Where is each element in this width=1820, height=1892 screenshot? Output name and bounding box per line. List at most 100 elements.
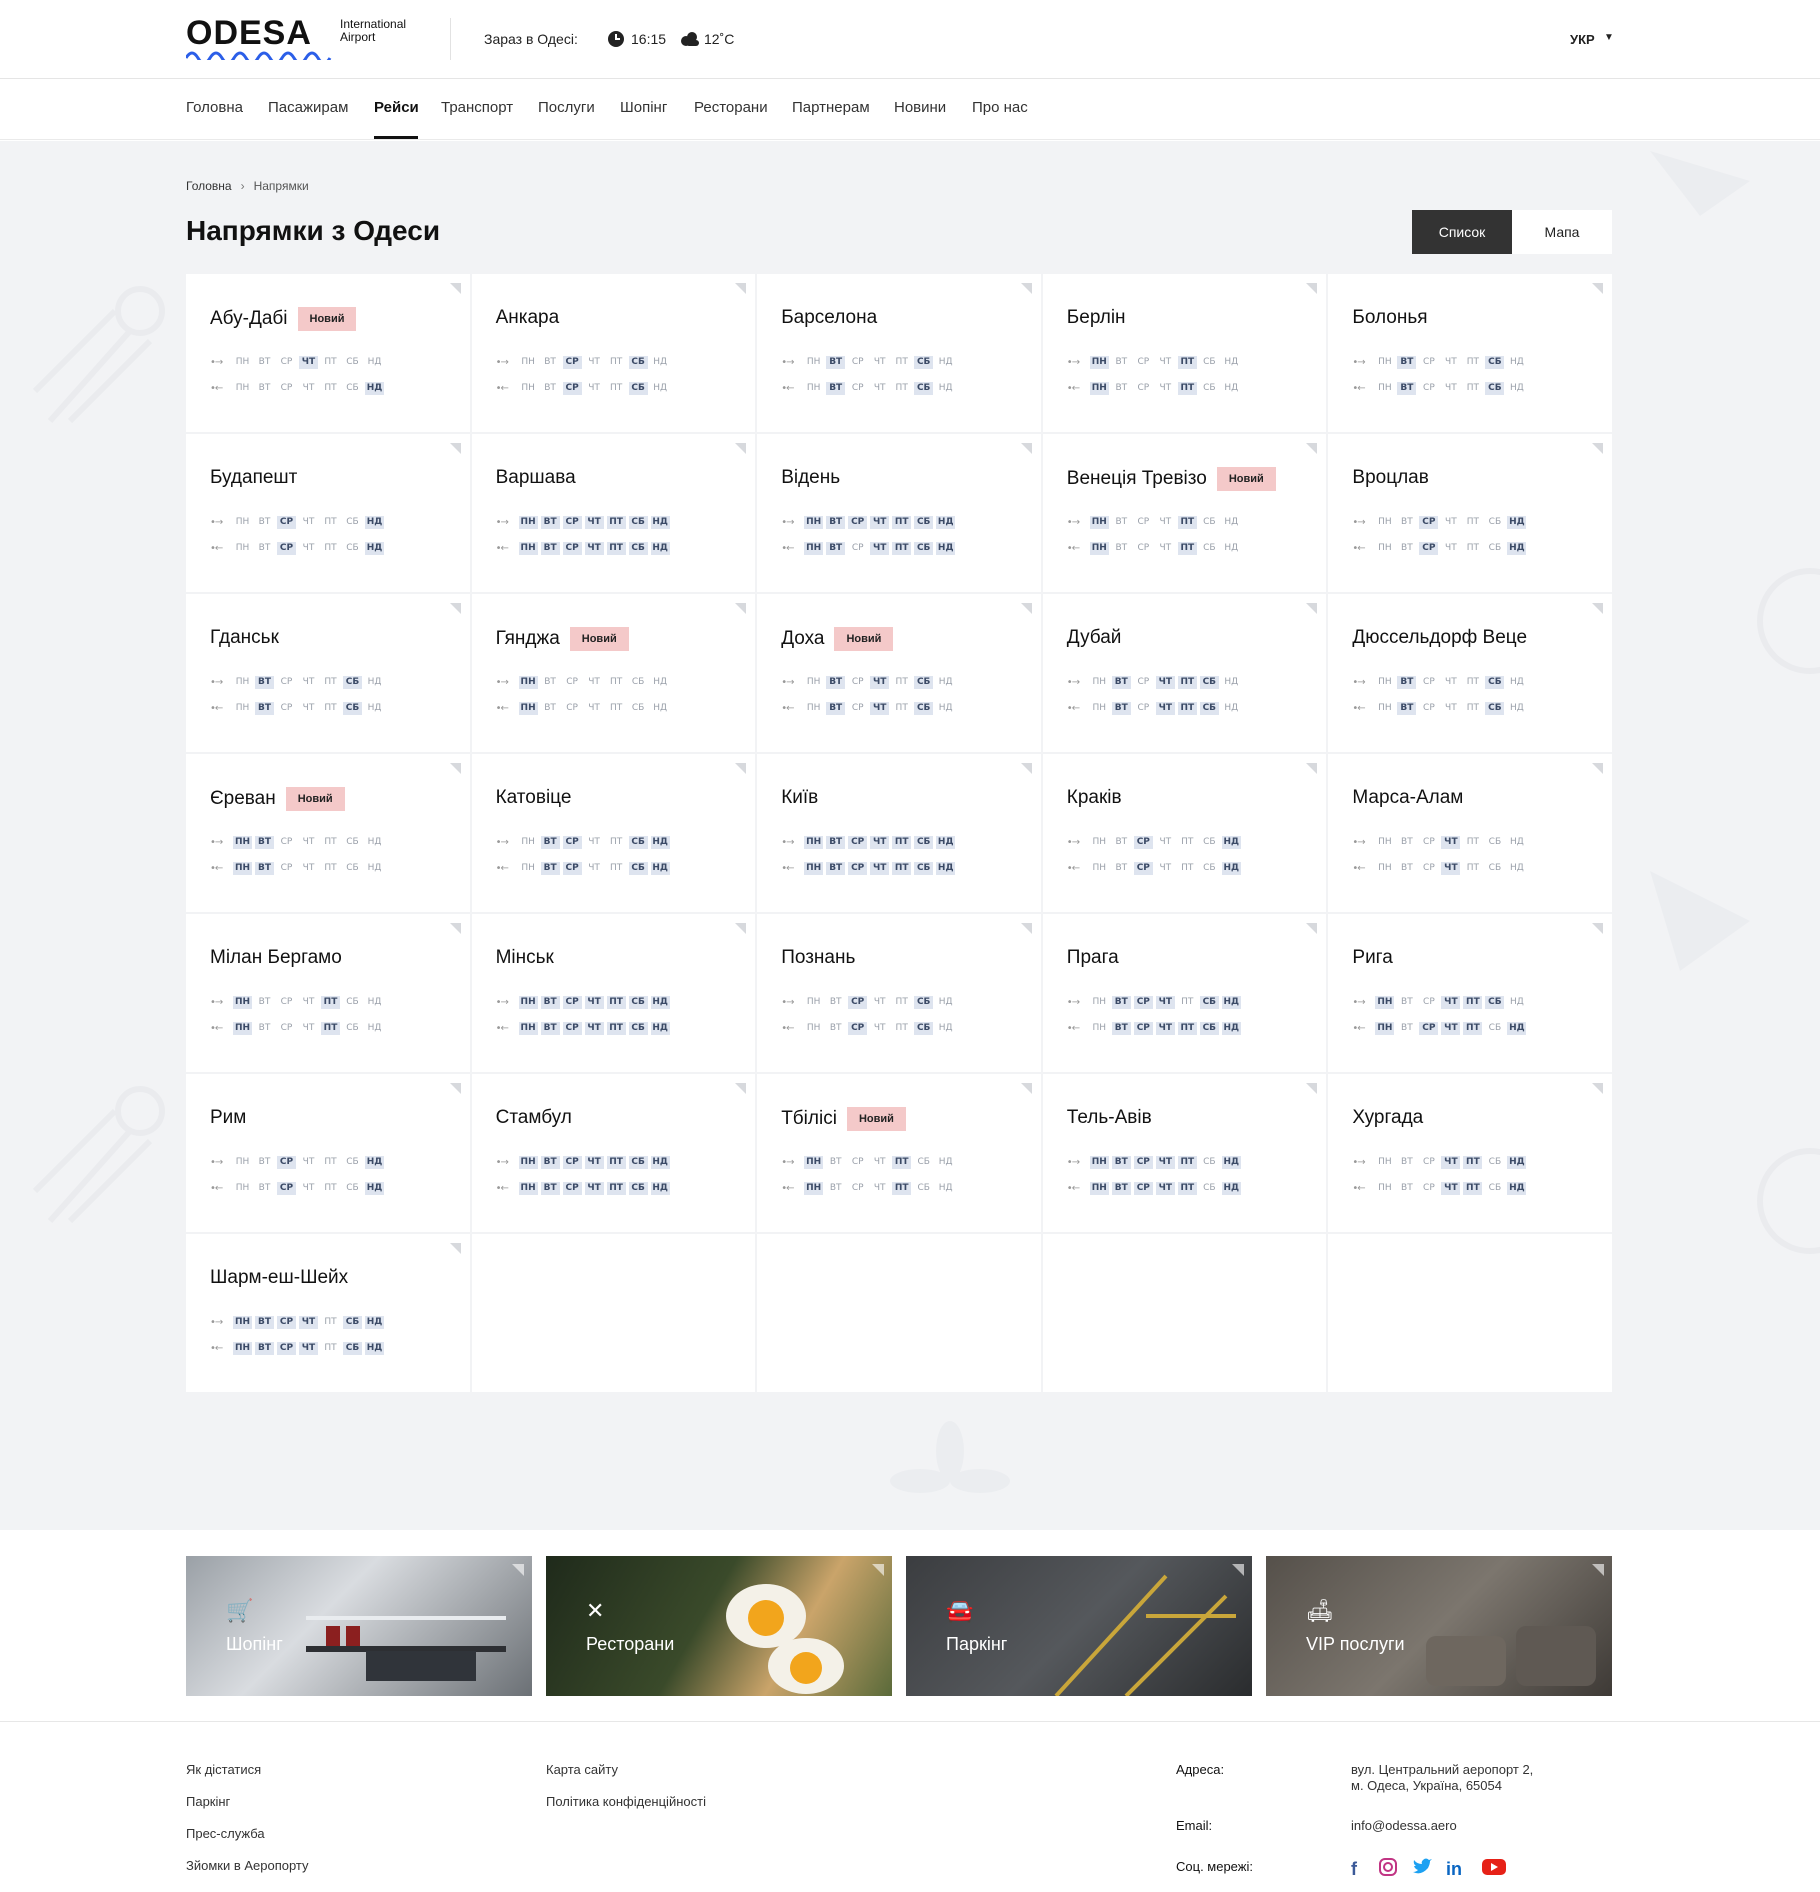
weekday-indicator: ВТ [1397, 702, 1417, 715]
view-toggle: Список Мапа [1412, 210, 1612, 254]
card-corner-icon [735, 923, 747, 934]
footer-link[interactable]: Політика конфіденційності [546, 1794, 706, 1809]
twitter-icon[interactable] [1411, 1857, 1433, 1877]
destination-card[interactable]: Дюссельдорф Веце •→ ПН ВТ СР ЧТ ПТ СБ НД •← ПН ВТ СР… [1328, 594, 1612, 752]
weekday-indicator: СБ [1485, 702, 1505, 715]
nav-item[interactable]: Пасажирам [268, 99, 348, 116]
decorative-column-icon [32, 1086, 165, 1224]
weekday-indicator: СР [562, 382, 582, 395]
weekday-indicator: СБ [346, 383, 359, 393]
destination-card[interactable]: Абу-Дабі Новий •→ ПН ВТ СР ЧТ ПТ СБ НД •← ПН ВТ СР ЧТ П… [186, 274, 470, 432]
card-corner-icon [1020, 443, 1032, 454]
footer-link[interactable]: Карта сайту [546, 1762, 618, 1777]
destination-card[interactable]: Мілан Бергамо •→ ПН ВТ СР ЧТ ПТ СБ НД •← ПН ВТ СР ЧТ П… [186, 914, 470, 1072]
destination-card[interactable]: Варшава •→ ПН ВТ СР ЧТ ПТ СБ НД •← ПН ВТ СР ЧТ ПТ СБ НД [471, 434, 756, 592]
destination-card[interactable]: Київ •→ ПН ВТ СР ЧТ ПТ СБ НД •← ПН ВТ СР ЧТ ПТ СБ НД [757, 754, 1041, 912]
footer-link[interactable]: Паркінг [186, 1794, 230, 1809]
weekday-indicator: ПН [806, 383, 821, 393]
decorative-leaf-icon [1650, 151, 1750, 216]
footer-link[interactable]: Прес-служба [186, 1826, 265, 1841]
destination-card[interactable]: Барселона •→ ПН ВТ СР ЧТ ПТ СБ НД •← ПН ВТ СР ЧТ ПТ СБ Н… [757, 274, 1041, 432]
footer-link[interactable]: Зйомки в Аеропорту [186, 1858, 309, 1873]
destination-card[interactable]: Тбілісі Новий •→ ПН ВТ СР ЧТ ПТ СБ НД •← ПН ВТ СР ЧТ ПТ… [757, 1074, 1041, 1232]
departure-arrow-icon: •→ [495, 997, 509, 1008]
destination-card[interactable]: Хургада •→ ПН ВТ СР ЧТ ПТ СБ НД •← ПН ВТ СР ЧТ ПТ СБ НД [1328, 1074, 1612, 1232]
destination-card[interactable]: Мінськ •→ ПН ВТ СР ЧТ ПТ СБ НД •← ПН ВТ СР ЧТ ПТ СБ НД [471, 914, 756, 1072]
destination-card[interactable]: Рим •→ ПН ВТ СР ЧТ ПТ СБ НД •← ПН ВТ СР ЧТ ПТ СБ НД [186, 1074, 470, 1232]
weekday-indicator: СР [1423, 997, 1435, 1007]
destination-card[interactable]: Гянджа Новий •→ ПН ВТ СР ЧТ ПТ СБ НД •← ПН ВТ СР ЧТ ПТ С… [471, 594, 756, 752]
weekday-indicator: ВТ [826, 542, 846, 555]
list-view-button[interactable]: Список [1412, 210, 1512, 254]
email-link[interactable]: info@odessa.aero [1351, 1818, 1457, 1834]
weekday-indicator: ПТ [321, 996, 340, 1009]
outbound-schedule: •→ ПН ВТ СР ЧТ ПТ СБ НД [210, 356, 384, 369]
nav-item[interactable]: Партнерам [792, 99, 870, 116]
nav-item[interactable]: Ресторани [694, 99, 768, 116]
destination-card[interactable]: Берлін •→ ПН ВТ СР ЧТ ПТ СБ НД •← ПН ВТ СР ЧТ ПТ СБ НД [1042, 274, 1327, 432]
destination-card[interactable]: Краків •→ ПН ВТ СР ЧТ ПТ СБ НД •← ПН ВТ СР ЧТ ПТ СБ НД [1042, 754, 1327, 912]
destination-card[interactable]: Катовіце •→ ПН ВТ СР ЧТ ПТ СБ НД •← ПН ВТ СР ЧТ ПТ СБ НД [471, 754, 756, 912]
vip-lounge-image [1426, 1626, 1596, 1686]
destination-card[interactable]: Марса-Алам •→ ПН ВТ СР ЧТ ПТ СБ НД •← ПН ВТ СР ЧТ ПТ СБ… [1328, 754, 1612, 912]
airport-logo[interactable]: ODESA International Airport [186, 16, 426, 62]
card-corner-icon [1592, 443, 1603, 454]
nav-item[interactable]: Новини [894, 99, 946, 116]
weekday-indicator: СР [562, 1156, 582, 1169]
destination-card[interactable]: Вроцлав •→ ПН ВТ СР ЧТ ПТ СБ НД •← ПН ВТ СР ЧТ ПТ СБ НД [1328, 434, 1612, 592]
outbound-schedule: •→ ПН ВТ СР ЧТ ПТ СБ НД [496, 996, 670, 1009]
promo-card-restaurants[interactable]: ✕ Ресторани [546, 1556, 892, 1696]
breadcrumb-home[interactable]: Головна [186, 179, 232, 193]
weekday-indicator: СБ [628, 356, 648, 369]
footer-link[interactable]: Як дістатися [186, 1762, 261, 1777]
destination-card[interactable]: Будапешт •→ ПН ВТ СР ЧТ ПТ СБ НД •← ПН ВТ СР ЧТ ПТ СБ НД [186, 434, 470, 592]
destination-card[interactable]: Дубай •→ ПН ВТ СР ЧТ ПТ СБ НД •← ПН ВТ СР ЧТ ПТ СБ НД [1042, 594, 1327, 752]
weekday-indicator: СБ [346, 1183, 359, 1193]
weekday-indicator: ВТ [255, 702, 274, 715]
nav-item[interactable]: Шопінг [620, 99, 667, 116]
map-view-button[interactable]: Мапа [1512, 210, 1612, 254]
nav-item[interactable]: Рейси [374, 99, 419, 116]
destination-card[interactable]: Венеція Тревізо Новий •→ ПН ВТ СР ЧТ ПТ СБ НД •← ПН… [1042, 434, 1327, 592]
destination-card[interactable]: Анкара •→ ПН ВТ СР ЧТ ПТ СБ НД •← ПН ВТ СР ЧТ ПТ СБ НД [471, 274, 756, 432]
promo-card-parking[interactable]: 🚘 Паркінг [906, 1556, 1252, 1696]
linkedin-icon[interactable]: in [1446, 1859, 1462, 1880]
departure-arrow-icon: •→ [210, 837, 223, 848]
destination-card[interactable]: Рига •→ ПН ВТ СР ЧТ ПТ СБ НД •← ПН ВТ СР ЧТ ПТ СБ НД [1328, 914, 1612, 1072]
nav-item[interactable]: Головна [186, 99, 243, 116]
nav-item[interactable]: Про нас [972, 99, 1028, 116]
card-corner-icon [1020, 1083, 1032, 1094]
sofa-icon: 🛋 [1306, 1598, 1334, 1623]
weekday-indicator: НД [936, 862, 956, 875]
facebook-icon[interactable]: f [1351, 1859, 1357, 1880]
weekday-indicator: ПТ [324, 837, 337, 847]
promo-card-vip[interactable]: 🛋 VIP послуги [1266, 1556, 1612, 1696]
destination-card[interactable]: Доха Новий •→ ПН ВТ СР ЧТ ПТ СБ НД •← ПН ВТ СР ЧТ ПТ СБ Н… [757, 594, 1041, 752]
nav-item[interactable]: Послуги [538, 99, 595, 116]
destination-card[interactable]: Познань •→ ПН ВТ СР ЧТ ПТ СБ НД •← ПН ВТ СР ЧТ ПТ СБ НД [757, 914, 1041, 1072]
return-schedule: •← ПН ВТ СР ЧТ ПТ СБ НД [496, 702, 670, 715]
destination-card[interactable]: Відень •→ ПН ВТ СР ЧТ ПТ СБ НД •← ПН ВТ СР ЧТ ПТ СБ НД [757, 434, 1041, 592]
instagram-icon[interactable] [1378, 1857, 1398, 1877]
outbound-schedule: •→ ПН ВТ СР ЧТ ПТ СБ НД [496, 836, 670, 849]
card-corner-icon [1592, 923, 1603, 934]
nav-item[interactable]: Транспорт [441, 99, 513, 116]
promo-card-shopping[interactable]: 🛒 Шопінг [186, 1556, 532, 1696]
weekday-indicator: СБ [628, 1182, 648, 1195]
destination-card[interactable]: Гданськ •→ ПН ВТ СР ЧТ ПТ СБ НД •← ПН ВТ СР ЧТ ПТ СБ НД [186, 594, 470, 752]
language-selector[interactable]: УКР [1570, 32, 1595, 47]
destination-card[interactable]: Єреван Новий •→ ПН ВТ СР ЧТ ПТ СБ НД •← ПН ВТ СР ЧТ ПТ С… [186, 754, 470, 912]
destination-card[interactable]: Шарм-еш-Шейх •→ ПН ВТ СР ЧТ ПТ СБ НД •← ПН ВТ СР ЧТ ПТ… [186, 1234, 470, 1392]
caret-down-icon[interactable]: ▼ [1604, 32, 1614, 43]
promo-corner [1232, 1564, 1244, 1576]
youtube-icon[interactable] [1481, 1857, 1507, 1877]
card-corner-icon [1592, 283, 1603, 294]
weekday-indicator: СБ [346, 997, 359, 1007]
destination-card[interactable]: Стамбул •→ ПН ВТ СР ЧТ ПТ СБ НД •← ПН ВТ СР ЧТ ПТ СБ НД [471, 1074, 756, 1232]
weekday-indicator: СР [1133, 836, 1153, 849]
return-arrow-icon: •← [495, 383, 509, 394]
departure-arrow-icon: •→ [781, 677, 794, 688]
destination-card[interactable]: Прага •→ ПН ВТ СР ЧТ ПТ СБ НД •← ПН ВТ СР ЧТ ПТ СБ НД [1042, 914, 1327, 1072]
destination-card[interactable]: Тель-Авів •→ ПН ВТ СР ЧТ ПТ СБ НД •← ПН ВТ СР ЧТ ПТ СБ Н… [1042, 1074, 1327, 1232]
destination-card[interactable]: Болонья •→ ПН ВТ СР ЧТ ПТ СБ НД •← ПН ВТ СР ЧТ ПТ СБ НД [1328, 274, 1612, 432]
